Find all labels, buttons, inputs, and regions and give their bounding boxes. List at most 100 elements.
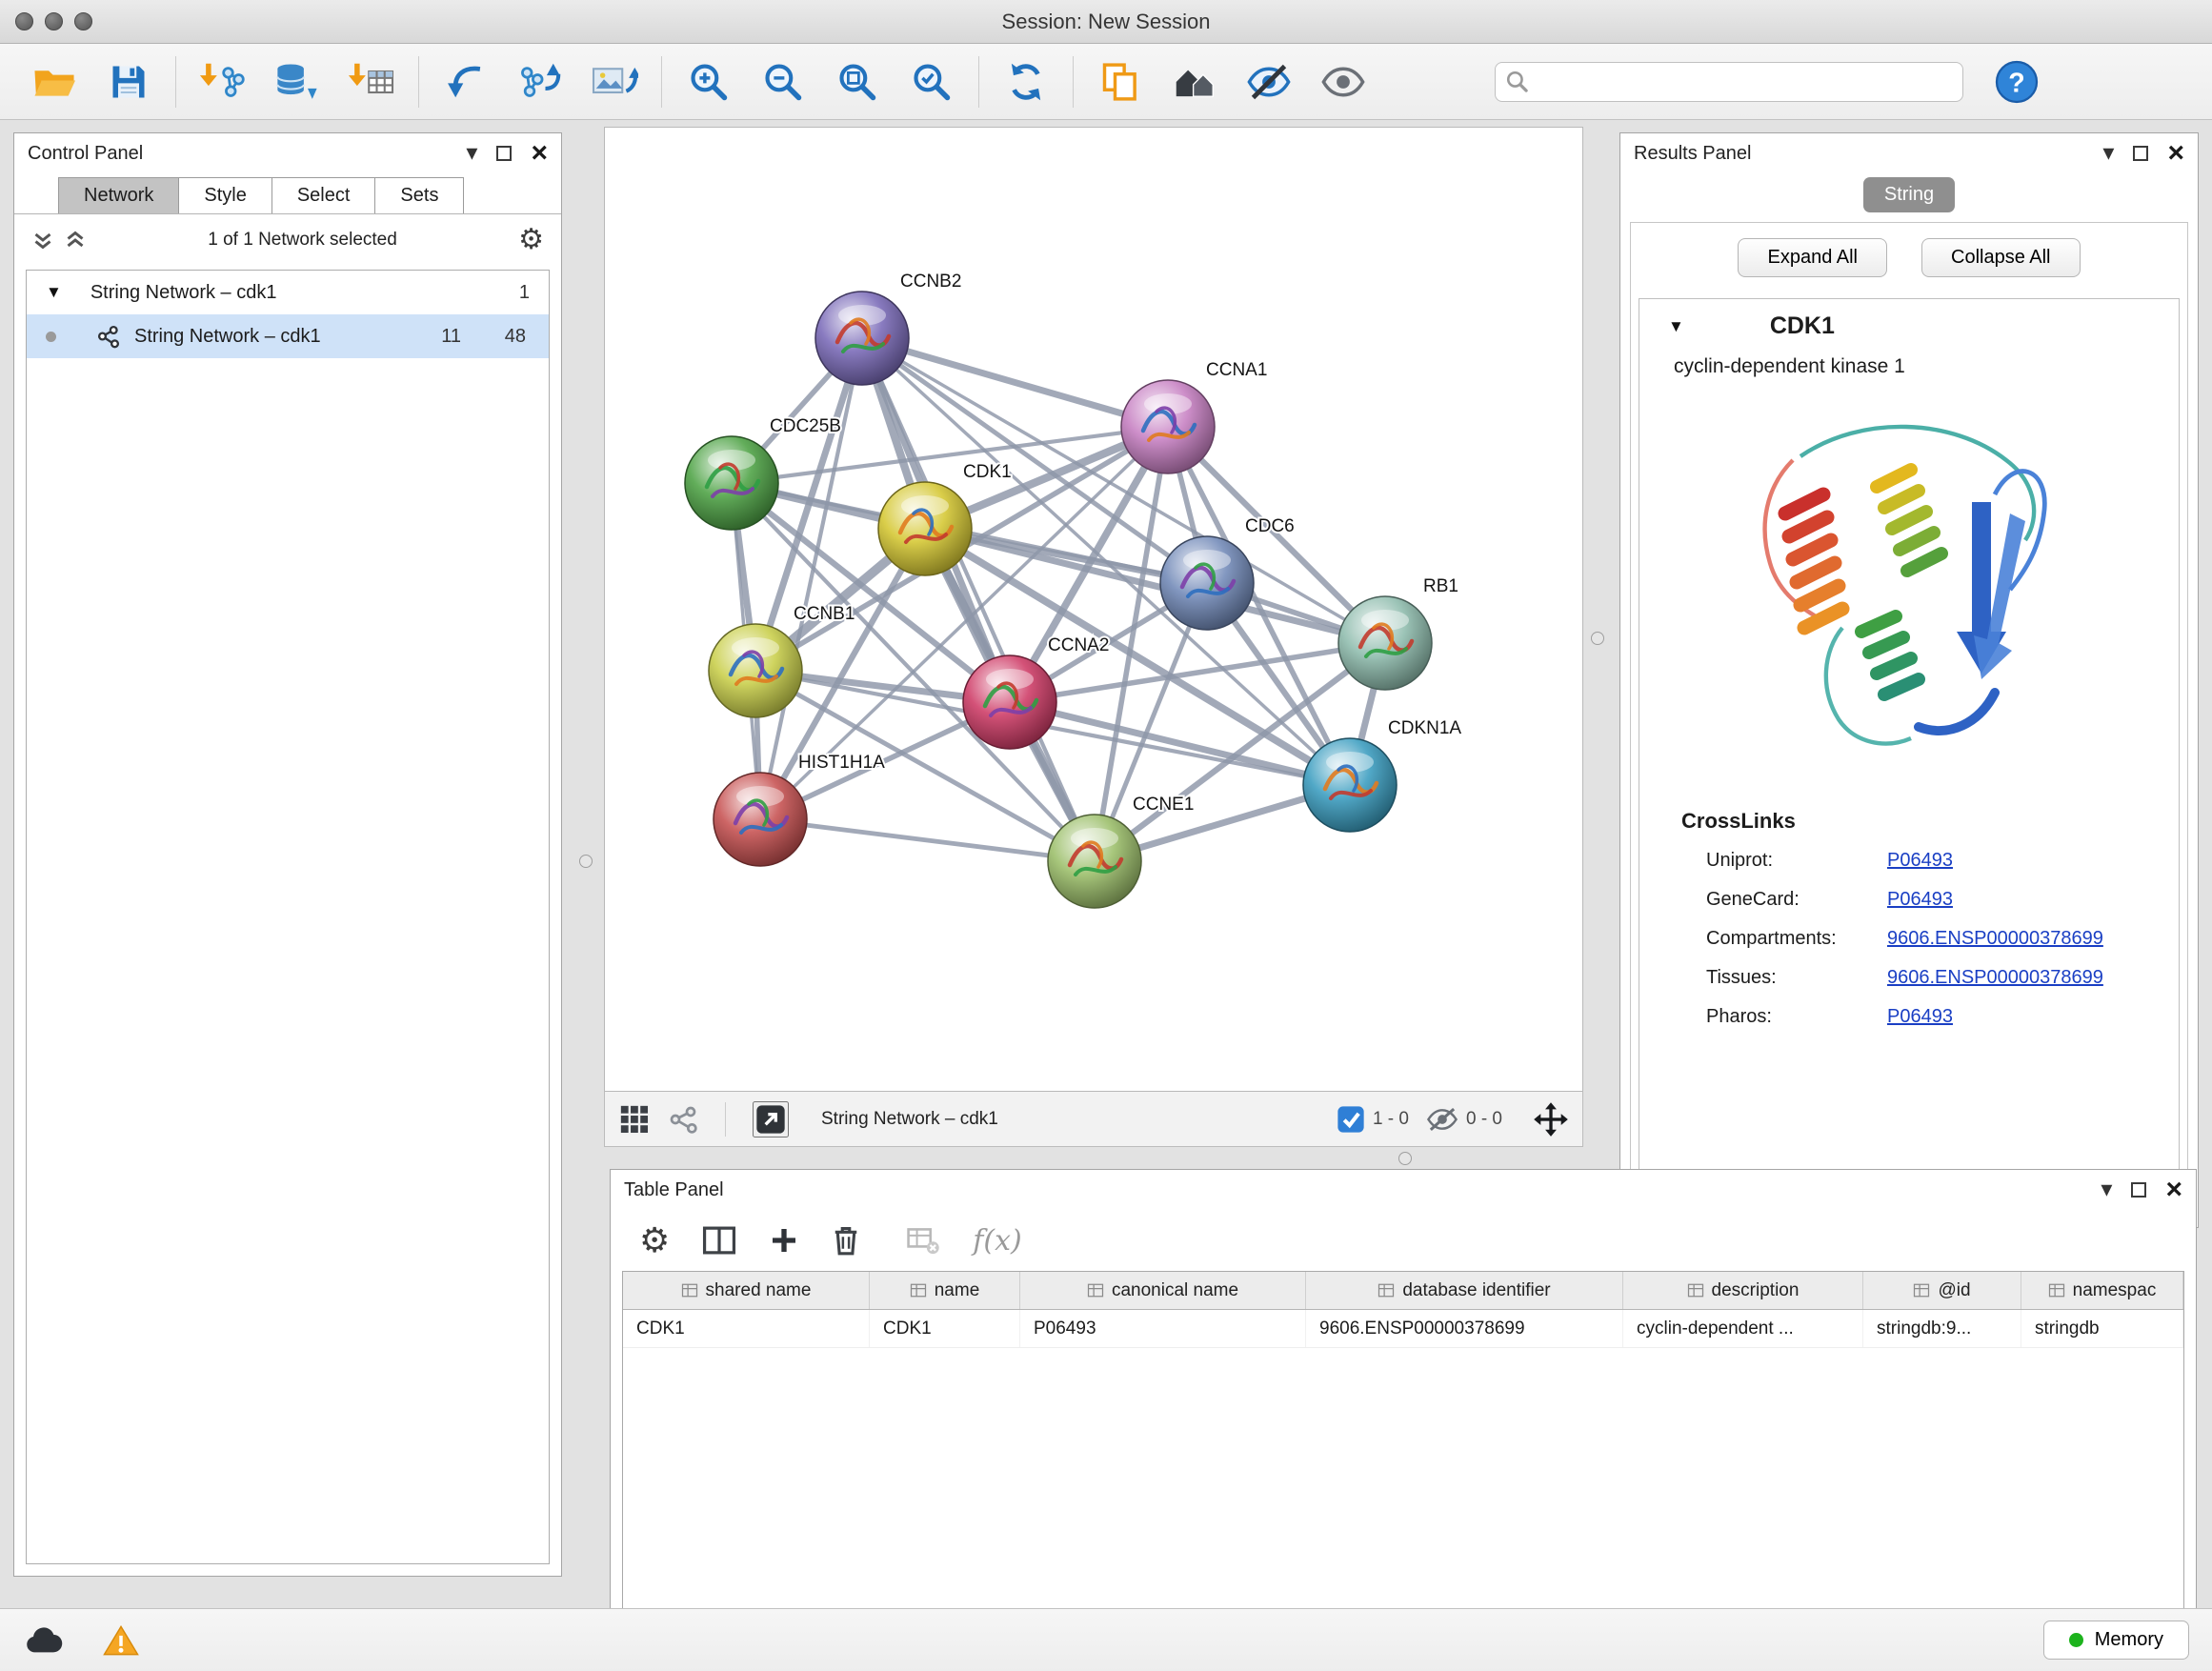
network-row[interactable]: String Network – cdk1 11 48: [27, 314, 549, 358]
import-table-button[interactable]: [334, 50, 409, 113]
hide-selected-button[interactable]: [1232, 50, 1306, 113]
show-all-button[interactable]: [1306, 50, 1380, 113]
table-settings-button[interactable]: ⚙: [639, 1223, 670, 1258]
panel-collapse-icon[interactable]: ▾: [2102, 142, 2114, 165]
apply-layout-button[interactable]: [989, 50, 1063, 113]
export-network-button[interactable]: [503, 50, 577, 113]
import-network-database-button[interactable]: [260, 50, 334, 113]
zoom-in-button[interactable]: [672, 50, 746, 113]
splitter-handle[interactable]: [1591, 632, 1604, 645]
memory-button[interactable]: Memory: [2043, 1621, 2189, 1660]
zoom-out-button[interactable]: [746, 50, 820, 113]
grid-view-button[interactable]: [618, 1103, 651, 1136]
network-edge[interactable]: [760, 338, 862, 819]
warnings-button[interactable]: [103, 1623, 139, 1658]
add-column-button[interactable]: [769, 1225, 799, 1256]
genecard-link[interactable]: P06493: [1887, 889, 2179, 911]
import-network-file-button[interactable]: [186, 50, 260, 113]
export-image-button[interactable]: [577, 50, 652, 113]
compartments-link[interactable]: 9606.ENSP00000378699: [1887, 928, 2179, 950]
network-node-CCNB2[interactable]: [815, 292, 909, 385]
open-session-button[interactable]: [17, 50, 91, 113]
network-selection-status: 1 of 1 Network selected: [87, 230, 518, 251]
expand-all-button[interactable]: Expand All: [1738, 238, 1887, 277]
crosslink-label: Uniprot:: [1706, 850, 1887, 872]
splitter-handle[interactable]: [579, 855, 593, 868]
tab-network[interactable]: Network: [58, 177, 179, 213]
network-node-CDC6[interactable]: [1160, 536, 1254, 630]
column-header[interactable]: database identifier: [1306, 1272, 1623, 1309]
network-edge[interactable]: [862, 338, 1168, 427]
panel-float-icon[interactable]: [2133, 146, 2148, 161]
network-node-CCNE1[interactable]: [1048, 815, 1141, 908]
network-from-selection-button[interactable]: [429, 50, 503, 113]
tab-select[interactable]: Select: [271, 177, 376, 213]
network-collection-row[interactable]: ▼ String Network – cdk1 1: [27, 271, 549, 314]
function-builder-button[interactable]: f(x): [973, 1224, 1021, 1258]
string-tab-badge[interactable]: String: [1863, 177, 1955, 212]
node-table: shared name name canonical name database…: [622, 1271, 2184, 1634]
column-header[interactable]: shared name: [623, 1272, 870, 1309]
network-node-CDK1[interactable]: [878, 482, 972, 575]
pan-mode-button[interactable]: [1533, 1101, 1569, 1137]
panel-float-icon[interactable]: [496, 146, 512, 161]
column-header[interactable]: @id: [1863, 1272, 2021, 1309]
column-header[interactable]: canonical name: [1020, 1272, 1306, 1309]
table-cell[interactable]: cyclin-dependent ...: [1623, 1310, 1863, 1347]
table-cell[interactable]: stringdb:9...: [1863, 1310, 2021, 1347]
network-node-CCNB1[interactable]: [709, 624, 802, 717]
table-row[interactable]: CDK1 CDK1 P06493 9606.ENSP00000378699 cy…: [623, 1310, 2183, 1348]
search-input[interactable]: [1538, 70, 1953, 92]
network-node-CCNA2[interactable]: [963, 655, 1056, 749]
delete-table-button[interactable]: [906, 1225, 940, 1256]
gear-icon[interactable]: ⚙: [518, 226, 544, 254]
eye-slash-small-icon[interactable]: [1426, 1105, 1458, 1134]
table-cell[interactable]: 9606.ENSP00000378699: [1306, 1310, 1623, 1347]
network-node-CDC25B[interactable]: [685, 436, 778, 530]
collapse-all-chevron-icon[interactable]: [64, 229, 87, 252]
delete-column-button[interactable]: [832, 1224, 860, 1257]
tree-disclosure-icon[interactable]: ▼: [46, 283, 62, 302]
uniprot-link[interactable]: P06493: [1887, 850, 2179, 872]
panel-collapse-icon[interactable]: ▾: [2101, 1178, 2112, 1201]
network-edge[interactable]: [862, 338, 1095, 861]
column-header[interactable]: namespac: [2021, 1272, 2183, 1309]
table-cell[interactable]: CDK1: [870, 1310, 1020, 1347]
table-cell[interactable]: stringdb: [2021, 1310, 2183, 1347]
panel-close-icon[interactable]: ×: [2167, 139, 2184, 168]
network-node-RB1[interactable]: [1338, 596, 1432, 690]
zoom-fit-button[interactable]: [820, 50, 895, 113]
pharos-link[interactable]: P06493: [1887, 1006, 2179, 1028]
tissues-link[interactable]: 9606.ENSP00000378699: [1887, 967, 2179, 989]
checkbox-checked-icon[interactable]: [1337, 1105, 1365, 1134]
export-view-button[interactable]: [753, 1101, 789, 1137]
tab-sets[interactable]: Sets: [374, 177, 464, 213]
column-header[interactable]: description: [1623, 1272, 1863, 1309]
table-cell[interactable]: P06493: [1020, 1310, 1306, 1347]
help-button[interactable]: ?: [1990, 50, 2043, 113]
cloud-status-button[interactable]: [23, 1625, 65, 1656]
copy-button[interactable]: [1083, 50, 1157, 113]
expand-all-chevron-icon[interactable]: [31, 229, 54, 252]
network-edge[interactable]: [760, 819, 1095, 861]
collapse-all-button[interactable]: Collapse All: [1921, 238, 2081, 277]
panel-close-icon[interactable]: ×: [2165, 1176, 2182, 1204]
column-header[interactable]: name: [870, 1272, 1020, 1309]
network-node-HIST1H1A[interactable]: [714, 773, 807, 866]
table-cell[interactable]: CDK1: [623, 1310, 870, 1347]
save-session-button[interactable]: [91, 50, 166, 113]
network-node-CDKN1A[interactable]: [1303, 738, 1397, 832]
table-panel: Table Panel ▾ × ⚙: [610, 1169, 2197, 1671]
zoom-selected-button[interactable]: [895, 50, 969, 113]
network-node-CCNA1[interactable]: [1121, 380, 1215, 473]
birdseye-view-button[interactable]: [668, 1104, 698, 1135]
home-views-button[interactable]: [1157, 50, 1232, 113]
panel-collapse-icon[interactable]: ▾: [466, 142, 477, 165]
tab-style[interactable]: Style: [178, 177, 271, 213]
panel-close-icon[interactable]: ×: [531, 139, 548, 168]
network-canvas[interactable]: CCNB2CCNA1CDC25BCDK1CDC6RB1CCNB1CCNA2CDK…: [604, 127, 1583, 1092]
protein-disclosure-icon[interactable]: ▼: [1668, 317, 1684, 336]
panel-float-icon[interactable]: [2131, 1182, 2146, 1198]
show-columns-button[interactable]: [702, 1225, 736, 1256]
splitter-handle[interactable]: [1398, 1152, 1412, 1165]
